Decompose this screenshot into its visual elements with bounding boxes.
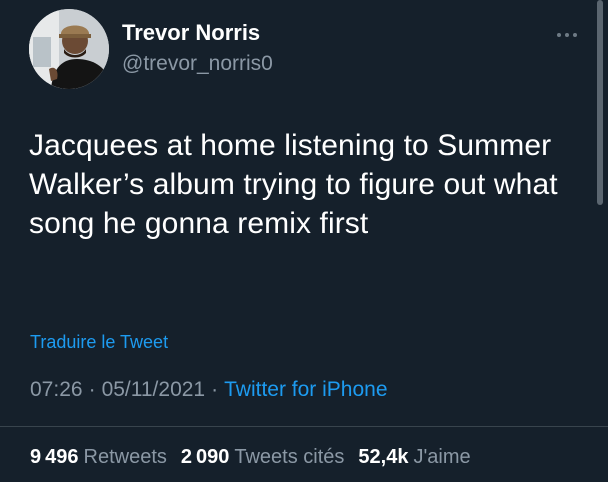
quotes-count: 2 090 — [180, 446, 230, 468]
tweet-stats: 9 496 Retweets 2 090 Tweets cités 52,4k J'aim… — [30, 446, 471, 469]
retweets-label: Retweets — [83, 446, 167, 468]
divider — [0, 426, 608, 427]
likes-stat[interactable]: 52,4k J'aime — [358, 446, 470, 468]
tweet-time[interactable]: 07:26 — [30, 378, 83, 401]
scrollbar[interactable] — [597, 0, 603, 205]
tweet-card: Trevor Norris @trevor_norris0 Jacquees a… — [0, 0, 608, 482]
quotes-label: Tweets cités — [234, 446, 345, 468]
likes-label: J'aime — [413, 446, 471, 468]
author-name[interactable]: Trevor Norris — [122, 20, 260, 46]
author-handle[interactable]: @trevor_norris0 — [122, 52, 273, 76]
meta-separator: · — [88, 378, 96, 401]
likes-count: 52,4k — [358, 446, 409, 468]
tweet-source-link[interactable]: Twitter for iPhone — [224, 378, 387, 401]
avatar-image — [29, 9, 109, 89]
quotes-stat[interactable]: 2 090 Tweets cités — [181, 446, 359, 468]
tweet-meta: 07:26 · 05/11/2021 · Twitter for iPhone — [30, 378, 388, 402]
tweet-date[interactable]: 05/11/2021 — [102, 378, 206, 401]
retweets-count: 9 496 — [30, 446, 79, 468]
meta-separator: · — [211, 378, 219, 401]
tweet-text: Jacquees at home listening to Summer Wal… — [29, 129, 558, 240]
more-horizontal-icon[interactable] — [555, 28, 579, 40]
retweets-stat[interactable]: 9 496 Retweets — [30, 446, 181, 468]
avatar[interactable] — [29, 9, 109, 89]
translate-tweet-link[interactable]: Traduire le Tweet — [30, 332, 168, 353]
